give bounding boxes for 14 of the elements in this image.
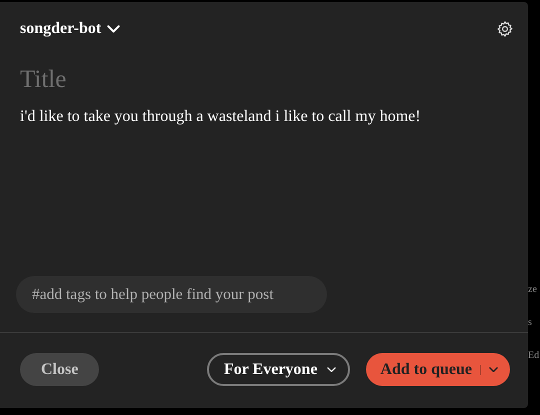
background-text: Ed (528, 350, 540, 361)
post-body-text[interactable]: i'd like to take you through a wasteland i like to call my home! (20, 108, 421, 126)
background-text: s (528, 317, 533, 328)
caret-icon (489, 366, 498, 372)
chevron-down-icon (107, 25, 120, 33)
tags-field[interactable]: #add tags to help people find your post (16, 276, 327, 313)
add-to-queue-button[interactable]: Add to queue (366, 353, 510, 386)
background-text: ze (528, 284, 538, 295)
settings-icon[interactable] (496, 20, 514, 38)
title-field[interactable]: Title (20, 66, 320, 94)
close-button[interactable]: Close (20, 353, 100, 386)
audience-dropdown[interactable]: For Everyone (206, 353, 350, 386)
caret-icon (327, 366, 336, 372)
blog-selector[interactable]: songder-bot (20, 20, 120, 38)
